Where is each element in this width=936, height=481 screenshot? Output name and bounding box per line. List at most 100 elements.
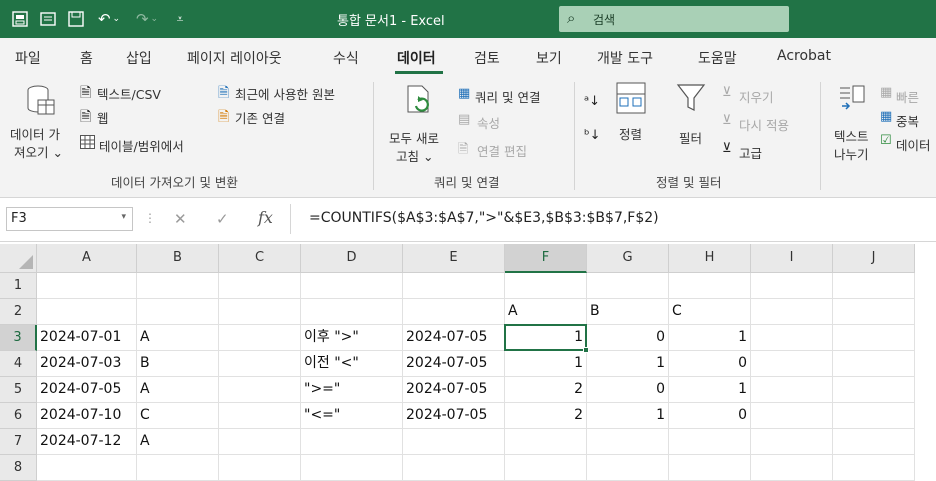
cell-g7[interactable]	[587, 429, 669, 455]
formula-input[interactable]: =COUNTIFS($A$3:$A$7,">"&$E3,$B$3:$B$7,F$…	[309, 210, 659, 226]
cell-d2[interactable]	[301, 299, 403, 325]
confirm-icon[interactable]: ✓	[216, 210, 229, 228]
cell-c2[interactable]	[219, 299, 301, 325]
clear-filter-button[interactable]: ⊻ 지우기	[722, 85, 802, 106]
cell-i8[interactable]	[751, 455, 833, 481]
cell-a8[interactable]	[37, 455, 137, 481]
advanced-filter-button[interactable]: ⊻ 고급	[722, 141, 792, 162]
select-all-button[interactable]	[0, 244, 37, 273]
edit-links-button[interactable]: 🗎 연결 편집	[458, 140, 558, 160]
cell-j4[interactable]	[833, 351, 915, 377]
cell-h3[interactable]: 1	[669, 325, 751, 351]
row-header-4[interactable]: 4	[0, 351, 37, 377]
cell-g5[interactable]: 0	[587, 377, 669, 403]
cell-h1[interactable]	[669, 273, 751, 299]
cell-h5[interactable]: 1	[669, 377, 751, 403]
row-header-2[interactable]: 2	[0, 299, 37, 325]
cell-g4[interactable]: 1	[587, 351, 669, 377]
cell-f4[interactable]: 1	[505, 351, 587, 377]
cell-a3[interactable]: 2024-07-01	[37, 325, 137, 351]
insert-function-icon[interactable]: fx	[258, 208, 273, 227]
tab-help[interactable]: 도움말	[698, 48, 737, 68]
from-text-csv-button[interactable]: 🗎 텍스트/CSV	[80, 82, 190, 102]
cell-h6[interactable]: 0	[669, 403, 751, 429]
get-data-button[interactable]: 데이터 가 져오기 ⌄	[8, 80, 74, 160]
column-header-h[interactable]: H	[669, 244, 751, 273]
cell-c1[interactable]	[219, 273, 301, 299]
cell-b8[interactable]	[137, 455, 219, 481]
customize-toolbar-icon[interactable]: ⩡	[170, 9, 190, 29]
cell-e6[interactable]: 2024-07-05	[403, 403, 505, 429]
existing-connections-button[interactable]: 🗎 기존 연결	[218, 106, 318, 126]
row-header-3[interactable]: 3	[0, 325, 37, 351]
sort-descending-button[interactable]: ᵇ↓	[584, 128, 606, 150]
cell-b3[interactable]: A	[137, 325, 219, 351]
cell-b4[interactable]: B	[137, 351, 219, 377]
from-web-button[interactable]: 🗎 웹	[80, 106, 140, 126]
cell-i4[interactable]	[751, 351, 833, 377]
cell-e7[interactable]	[403, 429, 505, 455]
flash-fill-button[interactable]: ▦ 빠른	[880, 85, 936, 106]
autosave-icon[interactable]	[10, 9, 30, 29]
cell-e8[interactable]	[403, 455, 505, 481]
cell-d7[interactable]	[301, 429, 403, 455]
cell-c4[interactable]	[219, 351, 301, 377]
cell-i1[interactable]	[751, 273, 833, 299]
column-header-d[interactable]: D	[301, 244, 403, 273]
cell-j5[interactable]	[833, 377, 915, 403]
cell-d3[interactable]: 이후 ">"	[301, 325, 403, 351]
column-header-j[interactable]: J	[833, 244, 915, 273]
cell-i6[interactable]	[751, 403, 833, 429]
sort-button[interactable]: 정렬	[612, 80, 652, 142]
cell-b7[interactable]: A	[137, 429, 219, 455]
refresh-all-button[interactable]: 모두 새로 고침 ⌄	[386, 80, 452, 164]
tab-acrobat[interactable]: Acrobat	[777, 48, 831, 64]
cancel-icon[interactable]: ✕	[174, 210, 187, 228]
cell-e3[interactable]: 2024-07-05	[403, 325, 505, 351]
cell-c3[interactable]	[219, 325, 301, 351]
cell-i7[interactable]	[751, 429, 833, 455]
cell-f6[interactable]: 2	[505, 403, 587, 429]
cell-g8[interactable]	[587, 455, 669, 481]
cell-f1[interactable]	[505, 273, 587, 299]
properties-button[interactable]: ▤ 속성	[458, 112, 518, 132]
tab-data[interactable]: 데이터	[397, 48, 436, 68]
cell-f8[interactable]	[505, 455, 587, 481]
cell-j7[interactable]	[833, 429, 915, 455]
cell-h7[interactable]	[669, 429, 751, 455]
column-header-e[interactable]: E	[403, 244, 505, 273]
tab-view[interactable]: 보기	[536, 48, 562, 68]
tab-page-layout[interactable]: 페이지 레이아웃	[187, 48, 282, 68]
cell-c8[interactable]	[219, 455, 301, 481]
tab-formulas[interactable]: 수식	[333, 48, 359, 68]
column-header-i[interactable]: I	[751, 244, 833, 273]
filter-button[interactable]: 필터	[670, 80, 714, 146]
cell-d4[interactable]: 이전 "<"	[301, 351, 403, 377]
cell-a1[interactable]	[37, 273, 137, 299]
cell-f5[interactable]: 2	[505, 377, 587, 403]
cell-h4[interactable]: 0	[669, 351, 751, 377]
recent-sources-button[interactable]: 🗎 최근에 사용한 원본	[218, 82, 368, 102]
tab-file[interactable]: 파일	[15, 48, 41, 68]
undo-icon[interactable]: ↶ ⌄	[94, 9, 124, 29]
cell-j2[interactable]	[833, 299, 915, 325]
redo-icon[interactable]: ↷ ⌄	[132, 9, 162, 29]
cell-h2[interactable]: C	[669, 299, 751, 325]
sort-ascending-button[interactable]: ᵃ↓	[584, 94, 606, 116]
cell-b5[interactable]: A	[137, 377, 219, 403]
tab-developer[interactable]: 개발 도구	[597, 48, 653, 68]
cell-e2[interactable]	[403, 299, 505, 325]
chevron-down-icon[interactable]: ▾	[121, 212, 126, 222]
cell-e4[interactable]: 2024-07-05	[403, 351, 505, 377]
row-header-5[interactable]: 5	[0, 377, 37, 403]
cell-c6[interactable]	[219, 403, 301, 429]
cell-c7[interactable]	[219, 429, 301, 455]
text-to-columns-button[interactable]: 텍스트 나누기	[830, 80, 878, 164]
cell-g6[interactable]: 1	[587, 403, 669, 429]
cell-d6[interactable]: "<="	[301, 403, 403, 429]
name-box[interactable]: F3 ▾	[6, 207, 133, 231]
cell-a7[interactable]: 2024-07-12	[37, 429, 137, 455]
from-table-range-button[interactable]: 테이블/범위에서	[80, 134, 210, 154]
row-header-6[interactable]: 6	[0, 403, 37, 429]
cell-j3[interactable]	[833, 325, 915, 351]
